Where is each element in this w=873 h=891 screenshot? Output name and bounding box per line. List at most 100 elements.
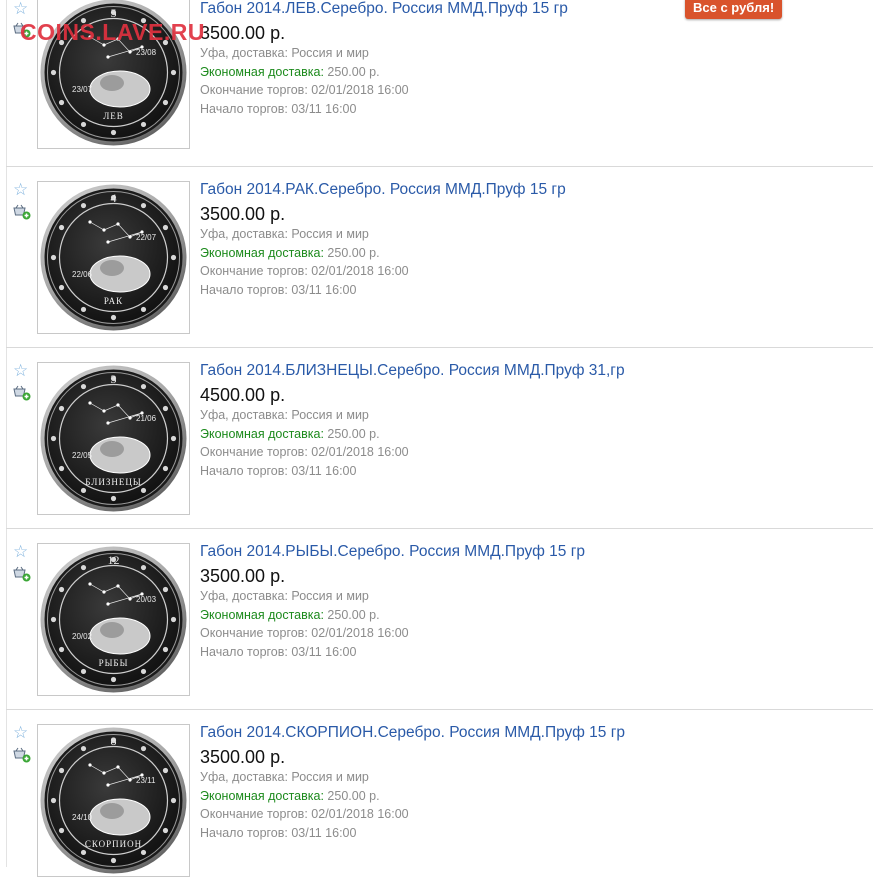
listing-info: Габон 2014.СКОРПИОН.Серебро. Россия ММД.… xyxy=(200,724,625,843)
start-label: Начало торгов: xyxy=(200,645,288,660)
listing-title-link[interactable]: Габон 2014.ЛЕВ.Серебро. Россия ММД.Пруф … xyxy=(200,0,568,18)
svg-text:23/07: 23/07 xyxy=(72,85,93,94)
listing-price: 3500.00 р. xyxy=(200,204,286,224)
coin-thumbnail[interactable]: 12 20/02 20/03 РЫБЫ xyxy=(37,543,190,696)
listing-meta: Уфа, доставка: Россия и мир Экономная до… xyxy=(200,587,585,662)
svg-text:ЛЕВ: ЛЕВ xyxy=(103,111,124,121)
end-label: Окончание торгов: xyxy=(200,83,308,98)
start-time: 03/11 16:00 xyxy=(291,645,357,660)
end-line: Окончание торгов: 02/01/2018 16:00 xyxy=(200,81,568,100)
favorite-star-icon[interactable]: ☆ xyxy=(13,0,28,17)
end-line: Окончание торгов: 02/01/2018 16:00 xyxy=(200,624,585,643)
svg-text:24/10: 24/10 xyxy=(72,813,93,822)
listing-info: Габон 2014.ЛЕВ.Серебро. Россия ММД.Пруф … xyxy=(200,0,568,119)
coin-image: 4 22/06 22/07 РАК xyxy=(40,184,187,331)
listing-title-link[interactable]: Габон 2014.РАК.Серебро. Россия ММД.Пруф … xyxy=(200,181,566,199)
svg-text:23/11: 23/11 xyxy=(136,776,156,785)
add-to-cart-icon[interactable] xyxy=(13,385,31,401)
delivery-line: Экономная доставка: 250.00 р. xyxy=(200,787,625,806)
listing-info: Габон 2014.БЛИЗНЕЦЫ.Серебро. Россия ММД.… xyxy=(200,362,625,481)
listing-title-link[interactable]: Габон 2014.РЫБЫ.Серебро. Россия ММД.Пруф… xyxy=(200,543,585,561)
svg-text:3: 3 xyxy=(111,372,117,386)
end-line: Окончание торгов: 02/01/2018 16:00 xyxy=(200,443,625,462)
start-label: Начало торгов: xyxy=(200,464,288,479)
location-text: Уфа, доставка: Россия и мир xyxy=(200,408,369,422)
start-time: 03/11 16:00 xyxy=(291,826,357,841)
location-text: Уфа, доставка: Россия и мир xyxy=(200,46,369,60)
listing-meta: Уфа, доставка: Россия и мир Экономная до… xyxy=(200,44,568,119)
end-label: Окончание торгов: xyxy=(200,807,308,822)
delivery-line: Экономная доставка: 250.00 р. xyxy=(200,244,566,263)
listing-title-link[interactable]: Габон 2014.СКОРПИОН.Серебро. Россия ММД.… xyxy=(200,724,625,742)
svg-text:21/06: 21/06 xyxy=(136,414,157,423)
site-watermark: COINS.LAVE.RU xyxy=(20,19,205,45)
svg-text:БЛИЗНЕЦЫ: БЛИЗНЕЦЫ xyxy=(85,477,141,487)
delivery-line: Экономная доставка: 250.00 р. xyxy=(200,606,585,625)
start-label: Начало торгов: xyxy=(200,102,288,117)
end-line: Окончание торгов: 02/01/2018 16:00 xyxy=(200,805,625,824)
listing-item: ☆ 3 22/05 21/06 БЛИЗНЕЦЫ Габон 2014.БЛИЗНЕЦ… xyxy=(6,348,873,529)
start-line: Начало торгов: 03/11 16:00 xyxy=(200,643,585,662)
svg-text:20/03: 20/03 xyxy=(136,595,157,604)
delivery-price: 250.00 р. xyxy=(327,426,380,441)
svg-text:4: 4 xyxy=(111,191,117,205)
svg-text:22/07: 22/07 xyxy=(136,233,157,242)
start-line: Начало торгов: 03/11 16:00 xyxy=(200,281,566,300)
coin-thumbnail[interactable]: 4 22/06 22/07 РАК xyxy=(37,181,190,334)
listing-item: ☆ 8 24/10 23/11 СКОРПИОН Габон 2014.СКОРПИО… xyxy=(6,710,873,891)
listing-price: 4500.00 р. xyxy=(200,385,286,405)
delivery-price: 250.00 р. xyxy=(327,607,380,622)
delivery-line: Экономная доставка: 250.00 р. xyxy=(200,425,625,444)
end-time: 02/01/2018 16:00 xyxy=(311,626,409,641)
all-from-one-ruble-badge[interactable]: Все с рубля! xyxy=(685,0,783,19)
coin-image: 12 20/02 20/03 РЫБЫ xyxy=(40,546,187,693)
location-text: Уфа, доставка: Россия и мир xyxy=(200,227,369,241)
delivery-label: Экономная доставка: xyxy=(200,64,324,79)
svg-text:22/05: 22/05 xyxy=(72,451,93,460)
favorite-star-icon[interactable]: ☆ xyxy=(13,724,28,741)
start-time: 03/11 16:00 xyxy=(291,102,357,117)
delivery-label: Экономная доставка: xyxy=(200,245,324,260)
start-line: Начало торгов: 03/11 16:00 xyxy=(200,462,625,481)
add-to-cart-icon[interactable] xyxy=(13,204,31,220)
add-to-cart-icon[interactable] xyxy=(13,747,31,763)
end-label: Окончание торгов: xyxy=(200,264,308,279)
coin-thumbnail[interactable]: 3 22/05 21/06 БЛИЗНЕЦЫ xyxy=(37,362,190,515)
listing-meta: Уфа, доставка: Россия и мир Экономная до… xyxy=(200,225,566,300)
favorite-star-icon[interactable]: ☆ xyxy=(13,543,28,560)
add-to-cart-icon[interactable] xyxy=(13,566,31,582)
end-time: 02/01/2018 16:00 xyxy=(311,807,409,822)
svg-text:РАК: РАК xyxy=(104,296,123,306)
svg-text:8: 8 xyxy=(111,734,117,748)
listing-price: 3500.00 р. xyxy=(200,23,286,43)
listing-title-link[interactable]: Габон 2014.БЛИЗНЕЦЫ.Серебро. Россия ММД.… xyxy=(200,362,625,380)
listing-item: ☆ 12 20/02 20/03 РЫБЫ Габон 2014.РЫБЫ.Сереб… xyxy=(6,529,873,710)
delivery-label: Экономная доставка: xyxy=(200,607,324,622)
start-time: 03/11 16:00 xyxy=(291,464,357,479)
svg-text:РЫБЫ: РЫБЫ xyxy=(99,658,129,668)
svg-text:22/06: 22/06 xyxy=(72,270,93,279)
start-line: Начало торгов: 03/11 16:00 xyxy=(200,100,568,119)
end-time: 02/01/2018 16:00 xyxy=(311,83,409,98)
svg-text:20/02: 20/02 xyxy=(72,632,93,641)
svg-text:23/08: 23/08 xyxy=(136,48,157,57)
start-line: Начало торгов: 03/11 16:00 xyxy=(200,824,625,843)
delivery-price: 250.00 р. xyxy=(327,64,380,79)
favorite-star-icon[interactable]: ☆ xyxy=(13,362,28,379)
delivery-price: 250.00 р. xyxy=(327,245,380,260)
listing-meta: Уфа, доставка: Россия и мир Экономная до… xyxy=(200,406,625,481)
end-line: Окончание торгов: 02/01/2018 16:00 xyxy=(200,262,566,281)
end-time: 02/01/2018 16:00 xyxy=(311,264,409,279)
delivery-label: Экономная доставка: xyxy=(200,426,324,441)
listing-meta: Уфа, доставка: Россия и мир Экономная до… xyxy=(200,768,625,843)
favorite-star-icon[interactable]: ☆ xyxy=(13,181,28,198)
start-time: 03/11 16:00 xyxy=(291,283,357,298)
end-label: Окончание торгов: xyxy=(200,626,308,641)
location-text: Уфа, доставка: Россия и мир xyxy=(200,770,369,784)
listing-price: 3500.00 р. xyxy=(200,566,286,586)
coin-thumbnail[interactable]: 8 24/10 23/11 СКОРПИОН xyxy=(37,724,190,877)
start-label: Начало торгов: xyxy=(200,826,288,841)
delivery-label: Экономная доставка: xyxy=(200,788,324,803)
svg-text:12: 12 xyxy=(108,553,120,567)
listing-info: Габон 2014.РАК.Серебро. Россия ММД.Пруф … xyxy=(200,181,566,300)
